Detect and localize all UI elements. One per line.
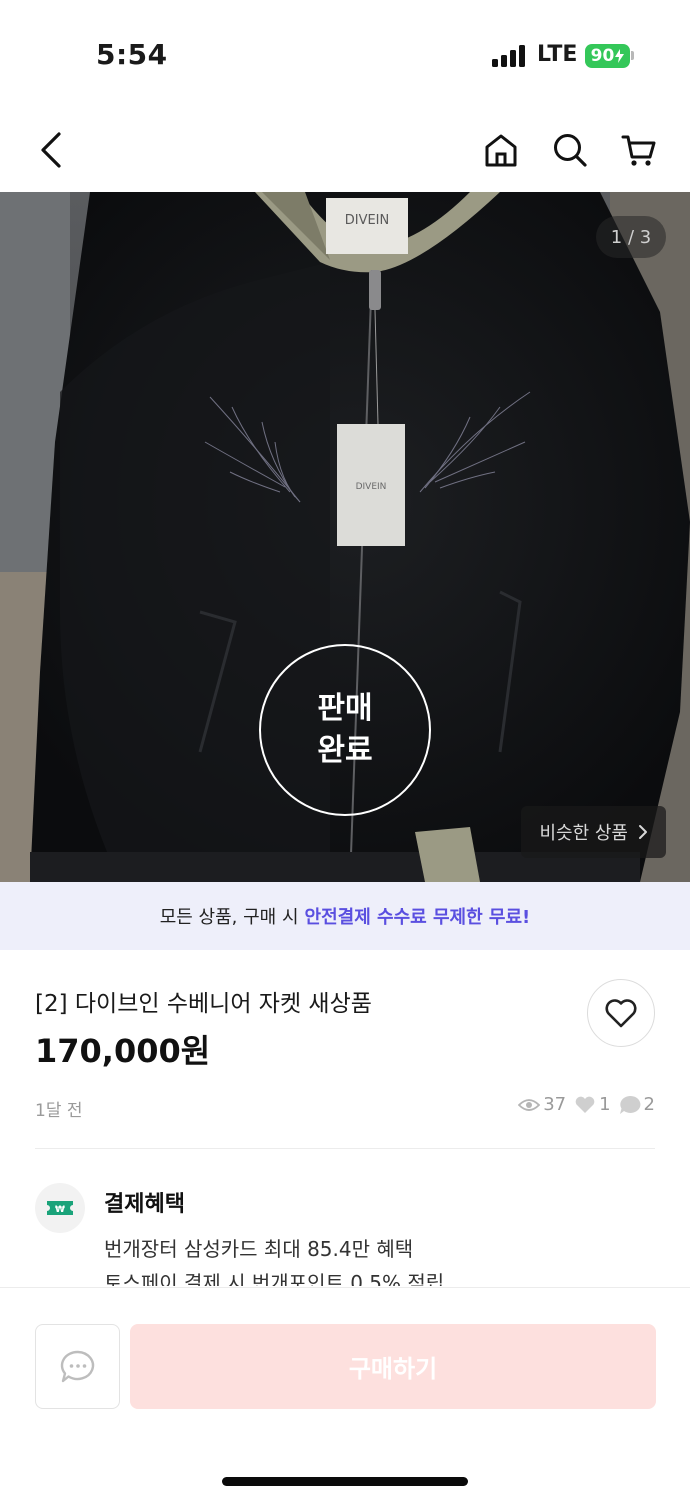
svg-text:₩: ₩ — [55, 1205, 65, 1215]
image-counter: 1 / 3 — [596, 216, 666, 258]
heart-small-icon — [575, 1096, 595, 1113]
status-bar: 5:54 LTE 90 — [0, 0, 690, 110]
benefit-line-1: 번개장터 삼성카드 최대 85.4만 혜택 — [104, 1237, 414, 1261]
top-nav — [0, 110, 690, 192]
network-label: LTE — [537, 42, 578, 67]
svg-text:DIVEIN: DIVEIN — [345, 213, 390, 228]
benefit-title: 결제혜택 — [104, 1192, 185, 1217]
similar-products-button[interactable]: 비슷한 상품 — [521, 806, 666, 858]
cart-icon — [621, 135, 656, 166]
cart-button[interactable] — [617, 128, 661, 172]
like-count: 1 — [574, 1094, 611, 1115]
safe-payment-banner[interactable]: 모든 상품, 구매 시 안전결제 수수료 무제한 무료! — [0, 882, 690, 950]
product-price: 170,000원 — [35, 1032, 211, 1070]
chat-button[interactable] — [35, 1324, 120, 1409]
chat-bubble-icon — [619, 1095, 640, 1114]
banner-highlight: 안전결제 수수료 무제한 무료! — [304, 907, 531, 928]
benefit-line-2: 토스페이 결제 시 번개포인트 0.5% 적립 — [104, 1271, 445, 1286]
like-count-value: 1 — [599, 1094, 611, 1115]
product-stats: 37 1 2 — [518, 1094, 655, 1115]
chat-icon — [60, 1350, 94, 1382]
search-button[interactable] — [548, 128, 592, 172]
view-count-value: 37 — [543, 1094, 567, 1115]
home-indicator — [222, 1477, 468, 1486]
bottom-action-bar: 구매하기 — [0, 1287, 690, 1500]
chat-count: 2 — [619, 1094, 655, 1115]
svg-text:DIVEIN: DIVEIN — [356, 482, 387, 492]
sold-out-line2: 완료 — [317, 733, 373, 768]
chevron-right-icon — [639, 825, 647, 839]
eye-icon — [518, 1098, 541, 1111]
signal-icon — [492, 45, 526, 67]
chevron-left-icon — [41, 132, 61, 168]
payment-benefit-icon: ₩ — [35, 1183, 85, 1233]
search-icon — [554, 134, 587, 167]
home-button[interactable] — [479, 128, 523, 172]
product-image-gallery[interactable]: DIVEIN DIVEIN 1 / 3 판매 완료 비슷한 상품 — [0, 192, 690, 882]
product-title: [2] 다이브인 수베니어 자켓 새상품 — [35, 991, 372, 1017]
chat-count-value: 2 — [643, 1094, 655, 1115]
posted-time: 1달 전 — [35, 1101, 83, 1121]
sold-out-badge: 판매 완료 — [259, 644, 431, 816]
buy-button[interactable]: 구매하기 — [130, 1324, 656, 1409]
heart-icon — [605, 999, 637, 1028]
battery-level: 90 — [590, 46, 615, 66]
divider — [35, 1148, 655, 1149]
home-icon — [485, 134, 517, 167]
sold-out-line1: 판매 — [317, 691, 373, 726]
banner-text: 모든 상품, 구매 시 — [159, 907, 299, 928]
status-time: 5:54 — [96, 38, 168, 71]
similar-products-label: 비슷한 상품 — [539, 823, 628, 844]
battery-icon: 90 — [585, 44, 630, 68]
view-count: 37 — [518, 1094, 566, 1115]
like-button[interactable] — [587, 979, 655, 1047]
back-button[interactable] — [30, 128, 74, 172]
battery-tip — [631, 51, 634, 60]
